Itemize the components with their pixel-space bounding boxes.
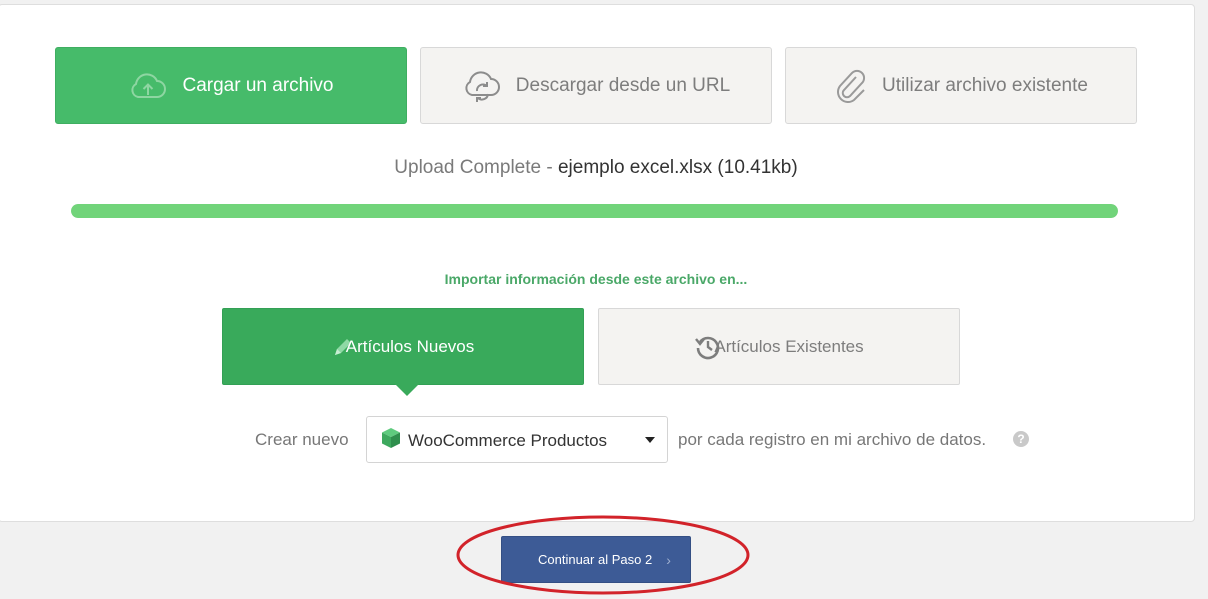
choice-new-items[interactable]: Artículos Nuevos <box>222 308 584 396</box>
create-new-prefix: Crear nuevo <box>255 430 349 449</box>
post-type-select-value: WooCommerce Productos <box>408 431 608 450</box>
post-type-select[interactable]: WooCommerce Productos <box>366 416 668 463</box>
uploaded-file-name: ejemplo excel.xlsx (10.41kb) <box>557 157 798 178</box>
tab-upload-file[interactable]: Cargar un archivo <box>55 47 407 124</box>
create-new-row: Crear nuevo WooCommerce Productos por ca… <box>0 416 1208 464</box>
cloud-upload-icon <box>128 70 168 102</box>
continue-button-label: Continuar al Paso 2 <box>538 552 653 567</box>
chevron-right-icon: › <box>666 551 671 568</box>
upload-progress-bar <box>71 204 1118 218</box>
tab-download-url[interactable]: Descargar desde un URL <box>420 47 772 124</box>
cloud-sync-icon <box>462 69 502 103</box>
create-new-suffix: por cada registro en mi archivo de datos… <box>678 430 987 449</box>
tab-url-label: Descargar desde un URL <box>515 74 731 96</box>
upload-status-label: Upload Complete <box>394 157 542 178</box>
tab-existing-file-label: Utilizar archivo existente <box>882 74 1088 96</box>
tab-upload-label: Cargar un archivo <box>182 74 334 96</box>
chevron-down-icon <box>645 437 655 443</box>
paperclip-icon <box>834 68 868 104</box>
choice-existing-items[interactable]: Artículos Existentes <box>598 308 960 385</box>
help-icon[interactable]: ? <box>1013 431 1029 447</box>
tab-existing-file[interactable]: Utilizar archivo existente <box>785 47 1137 124</box>
import-target-label: Importar información desde este archivo … <box>444 271 748 287</box>
upload-status-separator: - <box>541 157 558 178</box>
box-icon <box>381 427 401 454</box>
choice-existing-items-label: Artículos Existentes <box>714 336 864 356</box>
choice-new-items-label: Artículos Nuevos <box>345 336 475 356</box>
continue-step-2-button[interactable]: Continuar al Paso 2 › <box>501 536 691 583</box>
upload-status: Upload Complete - ejemplo excel.xlsx (10… <box>0 157 1192 179</box>
upload-progress-fill <box>71 204 1118 218</box>
